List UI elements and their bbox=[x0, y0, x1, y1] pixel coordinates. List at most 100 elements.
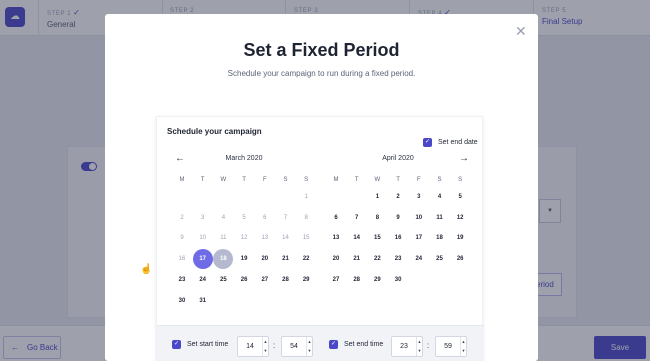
calendar-day[interactable]: 27 bbox=[326, 270, 346, 290]
calendar-day[interactable]: 30 bbox=[388, 270, 408, 290]
calendar-day[interactable]: 19 bbox=[450, 228, 470, 248]
checkbox-checked-icon: ✓ bbox=[329, 340, 338, 349]
weekday-label: S bbox=[437, 177, 442, 183]
calendar-day[interactable]: 23 bbox=[172, 270, 192, 290]
calendar-day[interactable]: 10 bbox=[193, 228, 213, 248]
checkbox-checked-icon: ✓ bbox=[423, 138, 432, 147]
calendar-day[interactable]: 4 bbox=[430, 187, 450, 207]
calendar-day[interactable]: 26 bbox=[450, 249, 470, 269]
end-hour-value: 23 bbox=[400, 343, 408, 350]
calendar-day[interactable]: 24 bbox=[193, 270, 213, 290]
set-end-time-label: Set end time bbox=[344, 341, 384, 348]
calendar-day[interactable]: 16 bbox=[388, 228, 408, 248]
start-minute-value: 54 bbox=[290, 343, 298, 350]
calendar-day[interactable]: 28 bbox=[347, 270, 367, 290]
weekday-label: F bbox=[416, 177, 421, 183]
weekday-label: S bbox=[304, 177, 309, 183]
calendar-day[interactable]: 3 bbox=[409, 187, 429, 207]
calendar-day[interactable]: 9 bbox=[388, 208, 408, 228]
calendar-day[interactable]: 7 bbox=[276, 208, 296, 228]
calendar-day[interactable]: 25 bbox=[430, 249, 450, 269]
month-title-march: March 2020 bbox=[225, 155, 263, 162]
set-end-date-label: Set end date bbox=[438, 139, 478, 146]
stepper-arrows-icon[interactable]: ▲ ▼ bbox=[460, 337, 466, 356]
calendar-day[interactable]: 13 bbox=[255, 228, 275, 248]
calendar-day[interactable]: 27 bbox=[255, 270, 275, 290]
close-icon[interactable]: ✕ bbox=[515, 24, 527, 38]
calendar-day[interactable]: 16 bbox=[172, 249, 192, 269]
calendar-day[interactable]: 7 bbox=[347, 208, 367, 228]
calendar-day[interactable]: 17 bbox=[192, 249, 213, 270]
calendar-day[interactable]: 15 bbox=[296, 228, 316, 248]
calendar-day[interactable]: 29 bbox=[367, 270, 387, 290]
calendar-day[interactable]: 11 bbox=[430, 208, 450, 228]
weekday-label: S bbox=[283, 177, 288, 183]
calendar-day[interactable]: 8 bbox=[296, 208, 316, 228]
calendar-day[interactable]: 20 bbox=[326, 249, 346, 269]
calendar-day[interactable]: 6 bbox=[326, 208, 346, 228]
calendar-day[interactable]: 22 bbox=[367, 249, 387, 269]
calendar-day[interactable]: 4 bbox=[213, 208, 233, 228]
weekday-label: W bbox=[374, 177, 381, 183]
pointer-cursor-icon: ☝ bbox=[140, 264, 153, 275]
calendar-day[interactable]: 10 bbox=[409, 208, 429, 228]
stepper-arrows-icon[interactable]: ▲ ▼ bbox=[416, 337, 422, 356]
calendar-heading: Schedule your campaign bbox=[167, 127, 262, 136]
end-minute-stepper[interactable]: 59 ▲ ▼ bbox=[435, 336, 467, 357]
calendar-day[interactable]: 1 bbox=[296, 187, 316, 207]
calendar-day[interactable]: 30 bbox=[172, 291, 192, 311]
weekday-label: T bbox=[354, 177, 359, 183]
calendar-day[interactable]: 26 bbox=[234, 270, 254, 290]
weekday-label: W bbox=[220, 177, 227, 183]
calendar-day[interactable]: 5 bbox=[234, 208, 254, 228]
calendar-day[interactable]: 14 bbox=[347, 228, 367, 248]
calendar-day[interactable]: 11 bbox=[213, 228, 233, 248]
set-start-time-checkbox[interactable]: ✓ Set start time bbox=[172, 340, 228, 349]
calendar-day[interactable]: 21 bbox=[347, 249, 367, 269]
set-end-time-checkbox[interactable]: ✓ Set end time bbox=[329, 340, 383, 349]
calendar-day[interactable]: 22 bbox=[296, 249, 316, 269]
start-hour-stepper[interactable]: 14 ▲ ▼ bbox=[237, 336, 269, 357]
calendar-day[interactable]: 12 bbox=[234, 228, 254, 248]
weekday-label: M bbox=[179, 177, 185, 183]
calendar-day[interactable]: 13 bbox=[326, 228, 346, 248]
start-minute-stepper[interactable]: 54 ▲ ▼ bbox=[281, 336, 313, 357]
stepper-arrows-icon[interactable]: ▲ ▼ bbox=[262, 337, 268, 356]
calendar-day[interactable]: 23 bbox=[388, 249, 408, 269]
calendar-day[interactable]: 3 bbox=[193, 208, 213, 228]
calendar-day[interactable]: 9 bbox=[172, 228, 192, 248]
set-start-time-label: Set start time bbox=[187, 341, 229, 348]
calendar-day[interactable]: 8 bbox=[367, 208, 387, 228]
calendar-day[interactable]: 6 bbox=[255, 208, 275, 228]
calendar-day[interactable]: 2 bbox=[388, 187, 408, 207]
month-title-april: April 2020 bbox=[382, 155, 414, 162]
calendar-day[interactable]: 12 bbox=[450, 208, 470, 228]
calendar-day[interactable]: 24 bbox=[409, 249, 429, 269]
calendar-day[interactable]: 28 bbox=[276, 270, 296, 290]
calendar-day[interactable]: 15 bbox=[367, 228, 387, 248]
modal-subtitle: Schedule your campaign to run during a f… bbox=[227, 69, 416, 78]
time-separator: : bbox=[427, 341, 430, 350]
calendar-day[interactable]: 17 bbox=[409, 228, 429, 248]
calendar-day[interactable]: 31 bbox=[193, 291, 213, 311]
calendar-day[interactable]: 29 bbox=[296, 270, 316, 290]
calendar-day[interactable]: 18 bbox=[430, 228, 450, 248]
stepper-arrows-icon[interactable]: ▲ ▼ bbox=[306, 337, 312, 356]
calendar-day[interactable]: 1 bbox=[367, 187, 387, 207]
weekday-label: T bbox=[242, 177, 246, 183]
set-end-date-checkbox[interactable]: ✓ Set end date bbox=[423, 138, 478, 147]
calendar-day[interactable]: 25 bbox=[213, 270, 233, 290]
weekday-label: F bbox=[262, 177, 267, 183]
calendar-day[interactable]: 5 bbox=[450, 187, 470, 207]
calendar-day[interactable]: 18 bbox=[213, 249, 234, 270]
end-hour-stepper[interactable]: 23 ▲ ▼ bbox=[391, 336, 423, 357]
calendar-day[interactable]: 19 bbox=[234, 249, 254, 269]
weekday-label: T bbox=[396, 177, 400, 183]
weekday-label: T bbox=[200, 177, 205, 183]
calendar-day[interactable]: 20 bbox=[255, 249, 275, 269]
weekday-label: M bbox=[333, 177, 339, 183]
calendar-day[interactable]: 2 bbox=[172, 208, 192, 228]
calendar-day[interactable]: 21 bbox=[276, 249, 296, 269]
calendar-day[interactable]: 14 bbox=[276, 228, 296, 248]
time-separator: : bbox=[273, 341, 276, 350]
